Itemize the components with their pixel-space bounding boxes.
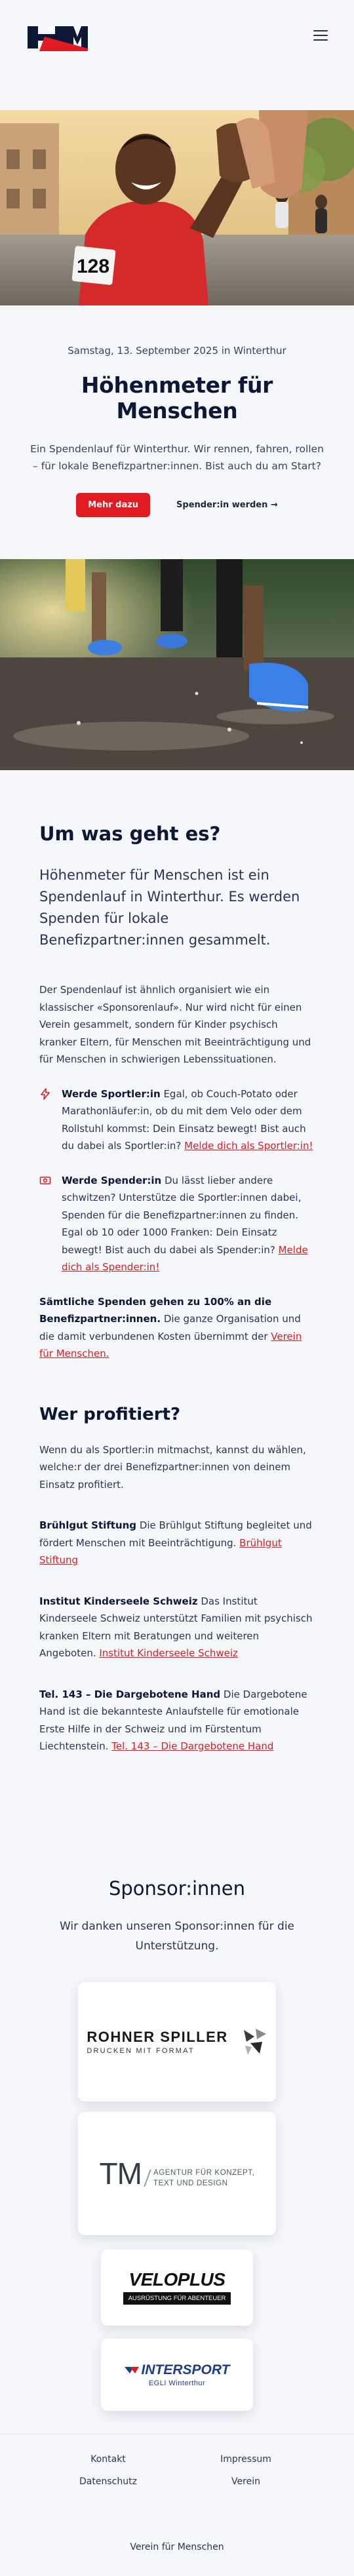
lightning-icon xyxy=(39,1085,54,1155)
sponsor-intersport-name: INTERSPORT xyxy=(141,2362,230,2377)
become-donor-link[interactable]: Spender:in werden → xyxy=(176,500,278,510)
donation-note: Sämtliche Spenden gehen zu 100% an die B… xyxy=(39,1293,315,1363)
intro-section: Samstag, 13. September 2025 in Winterthu… xyxy=(0,305,354,517)
about-lead: Höhenmeter für Menschen ist ein Spendenl… xyxy=(39,867,300,948)
sponsor-card-rohner-spiller[interactable]: ROHNER SPILLER DRUCKEN MIT FORMAT xyxy=(78,1981,276,2101)
donor-text: Du lässt lieber andere schwitzen? Unters… xyxy=(62,1174,302,1256)
rohner-spiller-mark-icon xyxy=(243,2028,266,2055)
footer-link-association[interactable]: Verein xyxy=(177,2476,315,2487)
page: 128 Samstag, 13. September 2025 in Winte… xyxy=(0,0,354,2576)
footer: Kontakt Impressum Datenschutz Verein Ver… xyxy=(0,2434,354,2552)
sponsor-intersport-tagline: EGLI Winterthur xyxy=(148,2379,206,2387)
beneficiaries-section: Wer profitiert? Wenn du als Sportler:in … xyxy=(0,1363,354,1755)
sponsor-card-tm[interactable]: TM AGENTUR FÜR KONZEPT, TEXT UND DESIGN xyxy=(78,2111,276,2235)
intersport-mark-icon xyxy=(124,2366,139,2373)
top-bar xyxy=(0,0,354,110)
logo-mark-icon xyxy=(28,26,88,51)
beneficiary-item: Institut Kinderseele Schweiz Das Institu… xyxy=(39,1595,313,1660)
sponsor-veloplus-name: VELOPLUS xyxy=(128,2269,226,2290)
hamburger-icon xyxy=(313,30,328,31)
footer-link-imprint[interactable]: Impressum xyxy=(177,2454,315,2465)
sponsor-card-veloplus[interactable]: VELOPLUS AUSRÜSTUNG FÜR ABENTEUER xyxy=(101,2249,253,2326)
sponsor-card-intersport[interactable]: INTERSPORT EGLI Winterthur xyxy=(101,2338,253,2411)
runner-signup-link[interactable]: Melde dich als Sportler:in! xyxy=(184,1140,313,1152)
sponsor-rohner-tagline: DRUCKEN MIT FORMAT xyxy=(87,2046,195,2055)
sponsor-rohner-name: ROHNER SPILLER xyxy=(87,2028,228,2045)
beneficiary-item: Tel. 143 – Die Dargebotene Hand Die Darg… xyxy=(39,1688,307,1753)
about-section: Um was geht es? Höhenmeter für Menschen … xyxy=(0,770,354,1363)
bib-number: 128 xyxy=(77,256,109,277)
beneficiary-name: Institut Kinderseele Schweiz xyxy=(39,1595,198,1607)
about-heading: Um was geht es? xyxy=(39,823,221,845)
more-info-button[interactable]: Mehr dazu xyxy=(76,493,151,517)
logo[interactable] xyxy=(25,24,89,52)
beneficiary-link[interactable]: Institut Kinderseele Schweiz xyxy=(99,1647,238,1659)
donor-block: Werde Spender:in Du lässt lieber andere … xyxy=(39,1172,315,1276)
cta-row: Mehr dazu Spender:in werden → xyxy=(24,493,330,517)
hero-photo-runner: 128 xyxy=(0,110,354,305)
beneficiary-name: Brühlgut Stiftung xyxy=(39,1519,137,1531)
event-date: Samstag, 13. September 2025 in Winterthu… xyxy=(68,345,286,357)
footer-link-privacy[interactable]: Datenschutz xyxy=(39,2476,177,2487)
menu-button[interactable] xyxy=(313,30,328,41)
hero-photo-feet xyxy=(0,559,354,770)
footer-link-contact[interactable]: Kontakt xyxy=(39,2454,177,2465)
intro-text: Ein Spendenlauf für Winterthur. Wir renn… xyxy=(30,443,324,472)
sponsor-tm-tagline-2: TEXT UND DESIGN xyxy=(153,2179,228,2187)
page-title: Höhenmeter für Menschen xyxy=(81,372,273,423)
beneficiary-link[interactable]: Tel. 143 – Die Dargebotene Hand xyxy=(111,1740,273,1752)
runner-block: Werde Sportler:in Egal, ob Couch-Potato … xyxy=(39,1085,315,1155)
footer-association-name: Verein für Menschen xyxy=(130,2542,224,2552)
beneficiary-item: Brühlgut Stiftung Die Brühlgut Stiftung … xyxy=(39,1519,312,1566)
runner-title: Werde Sportler:in xyxy=(62,1087,161,1100)
sponsor-veloplus-tagline: AUSRÜSTUNG FÜR ABENTEUER xyxy=(123,2292,231,2305)
sponsors-subtitle: Wir danken unseren Sponsor:innen für die… xyxy=(60,1919,294,1953)
footer-links: Kontakt Impressum Datenschutz Verein xyxy=(0,2454,354,2487)
sponsor-tm-tagline-1: AGENTUR FÜR KONZEPT, xyxy=(153,2168,255,2177)
beneficiary-name: Tel. 143 – Die Dargebotene Hand xyxy=(39,1688,221,1700)
beneficiaries-heading: Wer profitiert? xyxy=(39,1404,181,1424)
beneficiaries-intro: Wenn du als Sportler:in mitmachst, kanns… xyxy=(39,1443,306,1491)
about-paragraph: Der Spendenlauf ist ähnlich organisiert … xyxy=(39,984,311,1065)
sponsor-tm-mark: TM xyxy=(99,2156,142,2191)
sponsors-section: Sponsor:innen Wir danken unseren Sponsor… xyxy=(0,1755,354,2411)
donor-title: Werde Spender:in xyxy=(62,1174,162,1186)
money-icon xyxy=(39,1172,54,1276)
sponsors-heading: Sponsor:innen xyxy=(108,1877,245,1900)
